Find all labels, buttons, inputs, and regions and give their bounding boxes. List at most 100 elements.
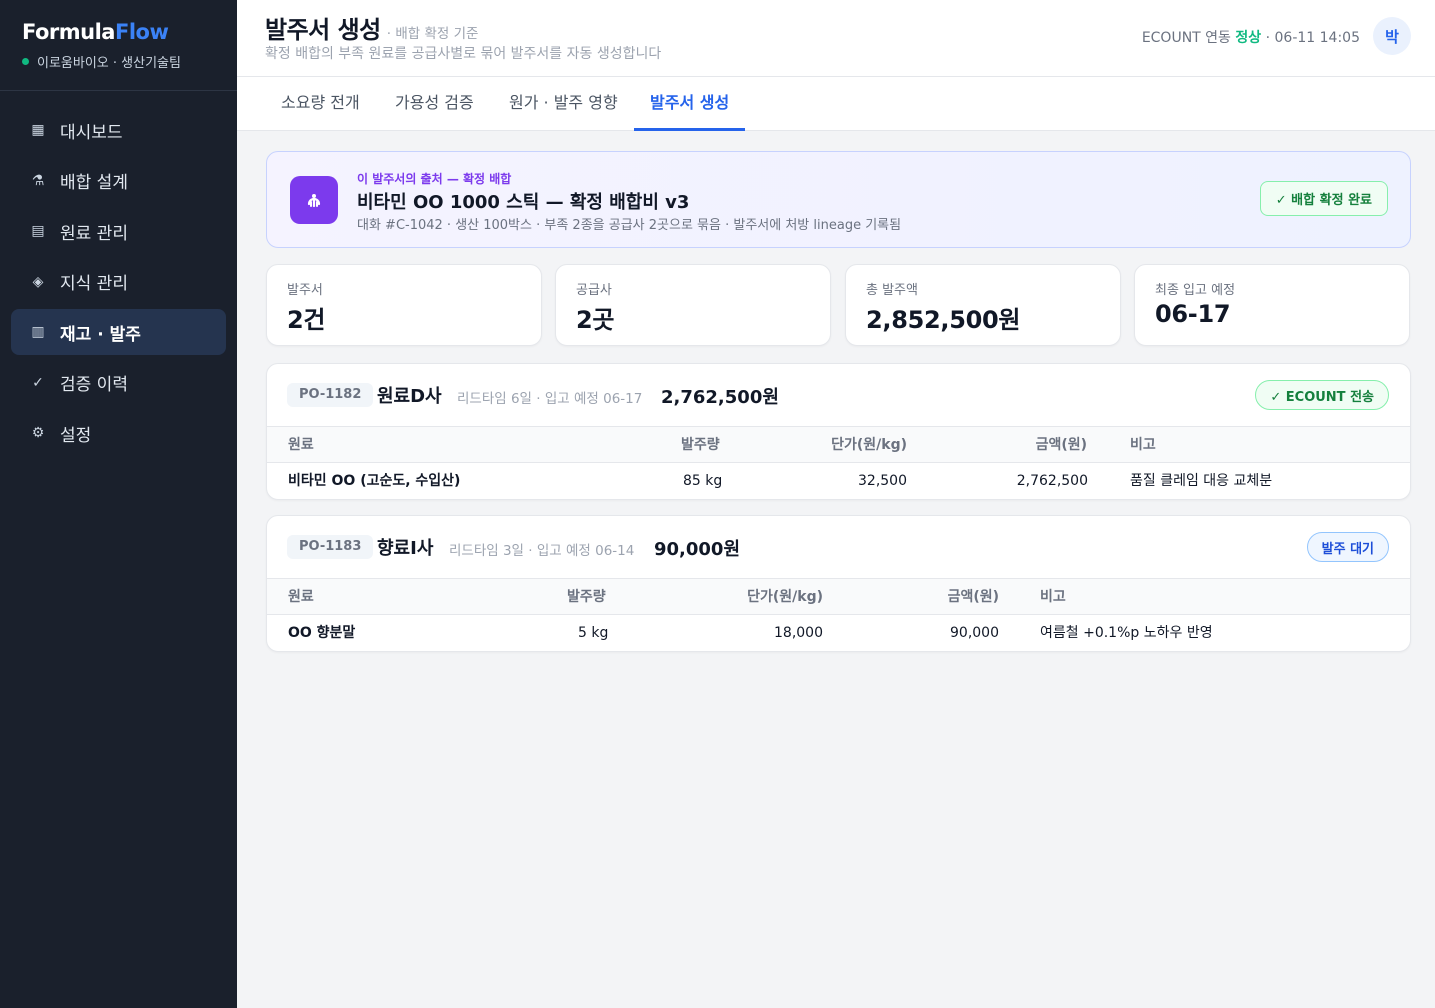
origin-banner: 이 발주서의 출처 — 확정 배합 비타민 OO 1000 스틱 — 확정 배합… xyxy=(266,151,1411,248)
origin-kicker: 이 발주서의 출처 — 확정 배합 xyxy=(357,172,512,186)
row-note: 여름철 +0.1%p 노하우 반영 xyxy=(1040,625,1213,641)
brand: FormulaFlow 이로움바이오 · 생산기술팀 xyxy=(0,0,237,91)
po-lead-time: 리드타임 6일 · 입고 예정 06-17 xyxy=(457,391,643,407)
sidebar-item-materials[interactable]: ▤ 원료 관리 xyxy=(11,208,226,254)
tab-cost-impact[interactable]: 원가 · 발주 영향 xyxy=(493,77,634,131)
origin-detail: 대화 #C-1042 · 생산 100박스 · 부족 2종을 공급사 2곳으로 … xyxy=(357,218,902,233)
stat-label: 최종 입고 예정 xyxy=(1155,283,1236,298)
sync-status: ECOUNT 연동 정상 · 06-11 14:05 xyxy=(1142,27,1360,47)
sidebar-item-label: 지식 관리 xyxy=(60,274,128,294)
col-note: 비고 xyxy=(1130,437,1156,453)
org-label: 이로움바이오 · 생산기술팀 xyxy=(37,56,181,71)
formula-icon xyxy=(290,176,338,224)
org-name: 이로움바이오 · 생산기술팀 xyxy=(22,52,215,71)
col-amount: 금액(원) xyxy=(1035,437,1087,453)
po-id[interactable]: PO-1183 xyxy=(287,535,374,559)
table-row[interactable]: 비타민 OO (고순도, 수입산) 85 kg 32,500 2,762,500… xyxy=(267,463,1410,499)
sidebar-item-settings[interactable]: ⚙ 설정 xyxy=(11,410,226,456)
row-unit-price: 18,000 xyxy=(774,625,823,641)
title-row: 발주서 생성 · 배합 확정 기준 xyxy=(265,10,478,45)
sidebar-item-label: 배합 설계 xyxy=(60,173,128,193)
barcode-icon: ▥ xyxy=(31,324,45,340)
col-note: 비고 xyxy=(1040,589,1066,605)
row-amount: 90,000 xyxy=(950,625,999,641)
app-logo[interactable]: FormulaFlow xyxy=(22,20,215,44)
row-amount: 2,762,500 xyxy=(1016,473,1088,489)
stat-value: 06-17 xyxy=(1155,300,1231,328)
stat-card-total-amount: 총 발주액 2,852,500원 xyxy=(845,264,1121,346)
stat-value: 2,852,500원 xyxy=(866,306,1021,334)
sidebar-item-inventory-order[interactable]: ▥ 재고 · 발주 xyxy=(11,309,226,355)
stat-card-po-count: 발주서 2건 xyxy=(266,264,542,346)
col-unit-price: 단가(원/kg) xyxy=(747,589,823,605)
po-total: 90,000원 xyxy=(654,539,741,560)
row-material: OO 향분말 xyxy=(288,625,356,641)
po-id[interactable]: PO-1182 xyxy=(287,383,374,407)
sidebar-item-formula-design[interactable]: ⚗ 배합 설계 xyxy=(11,158,226,204)
sidebar-item-label: 설정 xyxy=(60,425,92,446)
table-header: 원료 발주량 단가(원/kg) 금액(원) 비고 xyxy=(267,427,1410,463)
tab-bar: 소요량 전개 가용성 검증 원가 · 발주 영향 발주서 생성 xyxy=(237,77,1435,131)
table-row[interactable]: OO 향분말 5 kg 18,000 90,000 여름철 +0.1%p 노하우… xyxy=(267,615,1410,651)
row-qty: 5 kg xyxy=(578,625,609,641)
sync-time: · 06-11 14:05 xyxy=(1265,30,1360,46)
po-header: PO-1183 향료I사 리드타임 3일 · 입고 예정 06-14 90,00… xyxy=(267,516,1410,578)
sidebar-item-label: 검증 이력 xyxy=(60,375,128,395)
stat-value: 2곳 xyxy=(576,306,615,334)
gear-icon: ⚙ xyxy=(31,425,45,441)
row-material: 비타민 OO (고순도, 수입산) xyxy=(288,473,461,489)
po-supplier: 향료I사 xyxy=(377,538,434,559)
sidebar-item-label: 재고 · 발주 xyxy=(60,324,141,345)
po-supplier: 원료D사 xyxy=(377,386,442,407)
po-line-table: 원료 발주량 단가(원/kg) 금액(원) 비고 비타민 OO (고순도, 수입… xyxy=(267,426,1410,499)
sync-label: ECOUNT 연동 xyxy=(1141,30,1231,46)
po-card: PO-1183 향료I사 리드타임 3일 · 입고 예정 06-14 90,00… xyxy=(266,515,1411,652)
row-unit-price: 32,500 xyxy=(858,473,907,489)
stat-card-final-arrival: 최종 입고 예정 06-17 xyxy=(1134,264,1410,346)
po-header: PO-1182 원료D사 리드타임 6일 · 입고 예정 06-17 2,762… xyxy=(267,364,1410,426)
sidebar-item-label: 원료 관리 xyxy=(60,223,128,244)
stat-label: 발주서 xyxy=(287,283,323,298)
col-qty: 발주량 xyxy=(567,589,606,605)
grid-icon: ▦ xyxy=(31,122,45,138)
sidebar: FormulaFlow 이로움바이오 · 생산기술팀 ▦ 대시보드 ⚗ 배합 설계 … xyxy=(0,0,237,1008)
page-subtitle: · 배합 확정 기준 xyxy=(386,26,479,42)
sidebar-item-label: 대시보드 xyxy=(60,122,123,143)
list-icon: ▤ xyxy=(31,223,45,239)
sidebar-item-verification[interactable]: ✓ 검증 이력 xyxy=(11,360,226,406)
sidebar-item-knowledge[interactable]: ◈ 지식 관리 xyxy=(11,259,226,305)
page-title: 발주서 생성 xyxy=(265,16,381,44)
order-pending-badge: 발주 대기 xyxy=(1306,532,1389,562)
po-total: 2,762,500원 xyxy=(661,387,779,408)
stat-value: 2건 xyxy=(287,306,326,334)
origin-title[interactable]: 비타민 OO 1000 스틱 — 확정 배합비 v3 xyxy=(357,188,689,214)
po-line-table: 원료 발주량 단가(원/kg) 금액(원) 비고 OO 향분말 5 kg 18,… xyxy=(267,578,1410,651)
ecount-sent-badge: ✓ ECOUNT 전송 xyxy=(1255,380,1389,410)
tab-availability[interactable]: 가용성 검증 xyxy=(379,77,490,131)
formula-confirmed-badge: ✓ 배합 확정 완료 xyxy=(1259,181,1388,216)
page-header: 발주서 생성 · 배합 확정 기준 확정 배합의 부족 원료를 공급사별로 묶어… xyxy=(237,0,1435,77)
sidebar-item-dashboard[interactable]: ▦ 대시보드 xyxy=(11,107,226,153)
po-lead-time: 리드타임 3일 · 입고 예정 06-14 xyxy=(449,543,635,559)
table-header: 원료 발주량 단가(원/kg) 금액(원) 비고 xyxy=(267,579,1410,615)
col-qty: 발주량 xyxy=(681,437,720,453)
stat-card-supplier-count: 공급사 2곳 xyxy=(555,264,831,346)
row-qty: 85 kg xyxy=(683,473,723,489)
po-card: PO-1182 원료D사 리드타임 6일 · 입고 예정 06-17 2,762… xyxy=(266,363,1411,500)
stat-label: 총 발주액 xyxy=(866,283,918,298)
col-material: 원료 xyxy=(288,589,314,605)
page-description: 확정 배합의 부족 원료를 공급사별로 묶어 발주서를 자동 생성합니다 xyxy=(265,46,662,62)
col-amount: 금액(원) xyxy=(947,589,999,605)
sync-ok-text: 정상 xyxy=(1235,30,1262,46)
tab-po-generation[interactable]: 발주서 생성 xyxy=(634,77,746,131)
col-unit-price: 단가(원/kg) xyxy=(831,437,907,453)
row-note: 품질 클레임 대응 교체분 xyxy=(1130,473,1273,489)
tab-requirements[interactable]: 소요량 전개 xyxy=(265,77,376,131)
avatar[interactable]: 박 xyxy=(1373,17,1411,55)
sidebar-nav: ▦ 대시보드 ⚗ 배합 설계 ▤ 원료 관리 ◈ 지식 관리 ▥ 재고 · 발주 ✓ 검증 … xyxy=(0,91,237,477)
stat-label: 공급사 xyxy=(576,283,612,298)
check-icon: ✓ xyxy=(32,374,44,391)
online-status-dot xyxy=(22,58,29,65)
diamond-icon: ◈ xyxy=(32,273,44,290)
flask-icon: ⚗ xyxy=(31,172,45,189)
